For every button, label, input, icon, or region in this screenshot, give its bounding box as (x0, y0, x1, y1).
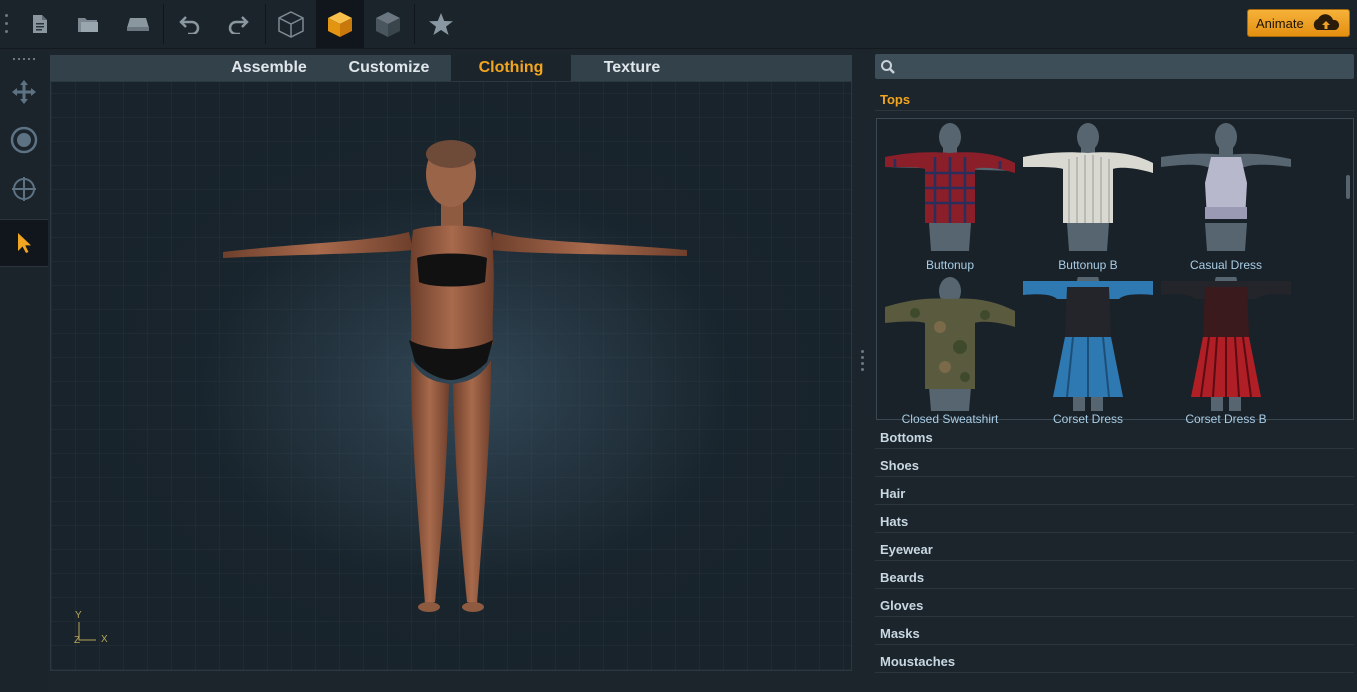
tab-clothing[interactable]: Clothing (451, 55, 571, 81)
tab-customize[interactable]: Customize (330, 55, 448, 81)
solid-cube-icon[interactable] (316, 0, 364, 48)
undo-icon[interactable] (166, 0, 214, 48)
animate-button[interactable]: Animate (1247, 9, 1350, 37)
panel-splitter[interactable] (861, 350, 865, 374)
character-model[interactable] (51, 82, 852, 671)
category-masks[interactable]: Masks (875, 623, 1354, 645)
tops-grid: Buttonup Buttonup B Casual Dress Closed (876, 118, 1354, 426)
animate-label: Animate (1256, 15, 1304, 31)
category-gloves[interactable]: Gloves (875, 595, 1354, 617)
category-eyewear[interactable]: Eyewear (875, 539, 1354, 561)
tab-texture[interactable]: Texture (572, 55, 692, 81)
top-toolbar: Animate (0, 0, 1357, 49)
buttonup-thumbnail (885, 123, 1015, 251)
open-folder-icon[interactable] (64, 0, 112, 48)
item-label: Closed Sweatshirt (901, 412, 999, 426)
target-icon[interactable] (0, 166, 48, 212)
select-pointer-icon[interactable] (0, 219, 48, 267)
corset-dress-thumbnail (1023, 277, 1153, 411)
save-icon[interactable] (114, 0, 162, 48)
category-shoes[interactable]: Shoes (875, 455, 1354, 477)
item-label: Buttonup (925, 258, 975, 272)
wireframe-cube-icon[interactable] (267, 0, 315, 48)
corset-dress-b-thumbnail (1161, 277, 1291, 411)
clothing-item-buttonup[interactable]: Buttonup (885, 123, 1015, 273)
clothing-item-closed-sweatshirt[interactable]: Closed Sweatshirt (885, 277, 1015, 427)
search-icon (880, 59, 896, 80)
category-moustaches[interactable]: Moustaches (875, 651, 1354, 673)
clothing-item-casual-dress[interactable]: Casual Dress (1161, 123, 1291, 273)
search-input[interactable] (875, 54, 1354, 79)
category-hair[interactable]: Hair (875, 483, 1354, 505)
3d-viewport[interactable]: Y X Z (50, 81, 852, 671)
item-label: Corset Dress B (1185, 412, 1267, 426)
cloud-upload-icon (1309, 14, 1343, 35)
category-beards[interactable]: Beards (875, 567, 1354, 589)
star-icon[interactable] (417, 0, 465, 48)
tab-assemble[interactable]: Assemble (213, 55, 325, 81)
move-icon[interactable] (0, 69, 48, 115)
category-hats[interactable]: Hats (875, 511, 1354, 533)
mode-tabs: Assemble Customize Clothing Texture (50, 55, 852, 81)
item-label: Buttonup B (1058, 258, 1118, 272)
left-tool-rail (0, 49, 48, 692)
dark-cube-icon[interactable] (364, 0, 412, 48)
axis-gizmo: Y X Z (71, 610, 111, 650)
rail-grip-icon[interactable] (13, 58, 35, 60)
casual-dress-thumbnail (1161, 123, 1291, 251)
clothing-item-corset-dress[interactable]: Corset Dress (1023, 277, 1153, 427)
buttonup-b-thumbnail (1023, 123, 1153, 251)
item-label: Corset Dress (1052, 412, 1123, 426)
category-bottoms[interactable]: Bottoms (875, 427, 1354, 449)
clothing-item-corset-dress-b[interactable]: Corset Dress B (1161, 277, 1291, 427)
clothing-item-buttonup-b[interactable]: Buttonup B (1023, 123, 1153, 273)
new-file-icon[interactable] (16, 0, 64, 48)
closed-sweatshirt-thumbnail (885, 277, 1015, 411)
toolbar-grip-icon[interactable] (5, 14, 9, 36)
rotate-icon[interactable] (0, 117, 48, 163)
item-label: Casual Dress (1189, 258, 1263, 272)
grid-scrollbar[interactable] (1346, 175, 1350, 199)
redo-icon[interactable] (214, 0, 262, 48)
category-tops[interactable]: Tops (875, 89, 1354, 111)
